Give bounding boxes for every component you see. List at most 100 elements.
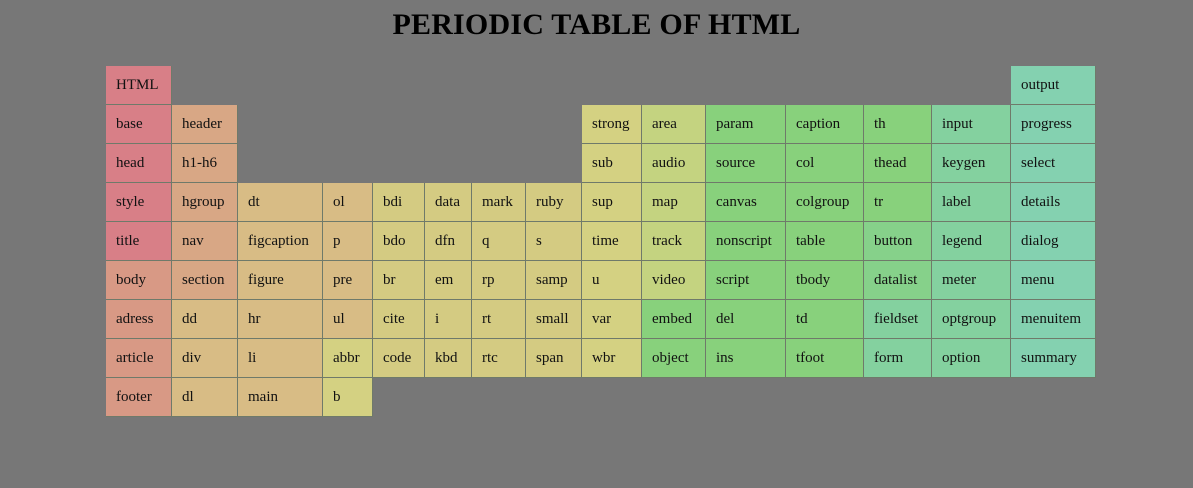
element-main: main — [238, 378, 323, 417]
element-footer: footer — [106, 378, 172, 417]
element-form: form — [864, 339, 932, 378]
element-b: b — [323, 378, 373, 417]
element-td: td — [786, 300, 864, 339]
element-summary: summary — [1011, 339, 1096, 378]
element-rtc: rtc — [472, 339, 526, 378]
element-div: div — [172, 339, 238, 378]
element-col: col — [786, 144, 864, 183]
element-audio: audio — [642, 144, 706, 183]
element-embed: embed — [642, 300, 706, 339]
element-ul: ul — [323, 300, 373, 339]
element-style: style — [106, 183, 172, 222]
element-tbody: tbody — [786, 261, 864, 300]
element-figure: figure — [238, 261, 323, 300]
element-q: q — [472, 222, 526, 261]
element-legend: legend — [932, 222, 1011, 261]
element-optgroup: optgroup — [932, 300, 1011, 339]
element-br: br — [373, 261, 425, 300]
element-nav: nav — [172, 222, 238, 261]
element-menuitem: menuitem — [1011, 300, 1096, 339]
element-dt: dt — [238, 183, 323, 222]
element-ins: ins — [706, 339, 786, 378]
element-adress: adress — [106, 300, 172, 339]
element-param: param — [706, 105, 786, 144]
element-object: object — [642, 339, 706, 378]
element-u: u — [582, 261, 642, 300]
element-bdo: bdo — [373, 222, 425, 261]
element-s: s — [526, 222, 582, 261]
element-strong: strong — [582, 105, 642, 144]
element-area: area — [642, 105, 706, 144]
element-fieldset: fieldset — [864, 300, 932, 339]
element-time: time — [582, 222, 642, 261]
element-sub: sub — [582, 144, 642, 183]
element-menu: menu — [1011, 261, 1096, 300]
element-hr: hr — [238, 300, 323, 339]
element-details: details — [1011, 183, 1096, 222]
periodic-table-grid: HTML output base header strong area param capti… — [0, 0, 1193, 488]
element-ruby: ruby — [526, 183, 582, 222]
element-kbd: kbd — [425, 339, 472, 378]
element-progress: progress — [1011, 105, 1096, 144]
element-button: button — [864, 222, 932, 261]
element-output: output — [1011, 66, 1096, 105]
element-body: body — [106, 261, 172, 300]
element-code: code — [373, 339, 425, 378]
element-caption: caption — [786, 105, 864, 144]
element-rt: rt — [472, 300, 526, 339]
element-keygen: keygen — [932, 144, 1011, 183]
element-dl: dl — [172, 378, 238, 417]
element-thead: thead — [864, 144, 932, 183]
element-var: var — [582, 300, 642, 339]
element-datalist: datalist — [864, 261, 932, 300]
element-tr: tr — [864, 183, 932, 222]
element-em: em — [425, 261, 472, 300]
element-ol: ol — [323, 183, 373, 222]
element-input: input — [932, 105, 1011, 144]
element-samp: samp — [526, 261, 582, 300]
element-option: option — [932, 339, 1011, 378]
element-label: label — [932, 183, 1011, 222]
element-abbr: abbr — [323, 339, 373, 378]
element-sup: sup — [582, 183, 642, 222]
element-li: li — [238, 339, 323, 378]
element-source: source — [706, 144, 786, 183]
element-map: map — [642, 183, 706, 222]
element-mark: mark — [472, 183, 526, 222]
element-header: header — [172, 105, 238, 144]
element-meter: meter — [932, 261, 1011, 300]
element-del: del — [706, 300, 786, 339]
element-table: table — [786, 222, 864, 261]
element-pre: pre — [323, 261, 373, 300]
element-i: i — [425, 300, 472, 339]
element-script: script — [706, 261, 786, 300]
element-rp: rp — [472, 261, 526, 300]
element-track: track — [642, 222, 706, 261]
element-th: th — [864, 105, 932, 144]
element-tfoot: tfoot — [786, 339, 864, 378]
element-small: small — [526, 300, 582, 339]
element-h1-h6: h1-h6 — [172, 144, 238, 183]
element-colgroup: colgroup — [786, 183, 864, 222]
element-hgroup: hgroup — [172, 183, 238, 222]
element-span: span — [526, 339, 582, 378]
element-dd: dd — [172, 300, 238, 339]
element-data: data — [425, 183, 472, 222]
element-bdi: bdi — [373, 183, 425, 222]
element-head: head — [106, 144, 172, 183]
element-p: p — [323, 222, 373, 261]
element-figcaption: figcaption — [238, 222, 323, 261]
element-cite: cite — [373, 300, 425, 339]
element-dfn: dfn — [425, 222, 472, 261]
element-canvas: canvas — [706, 183, 786, 222]
element-base: base — [106, 105, 172, 144]
element-nonscript: nonscript — [706, 222, 786, 261]
element-HTML: HTML — [106, 66, 172, 105]
element-wbr: wbr — [582, 339, 642, 378]
element-video: video — [642, 261, 706, 300]
element-dialog: dialog — [1011, 222, 1096, 261]
element-section: section — [172, 261, 238, 300]
element-article: article — [106, 339, 172, 378]
element-select: select — [1011, 144, 1096, 183]
element-title: title — [106, 222, 172, 261]
